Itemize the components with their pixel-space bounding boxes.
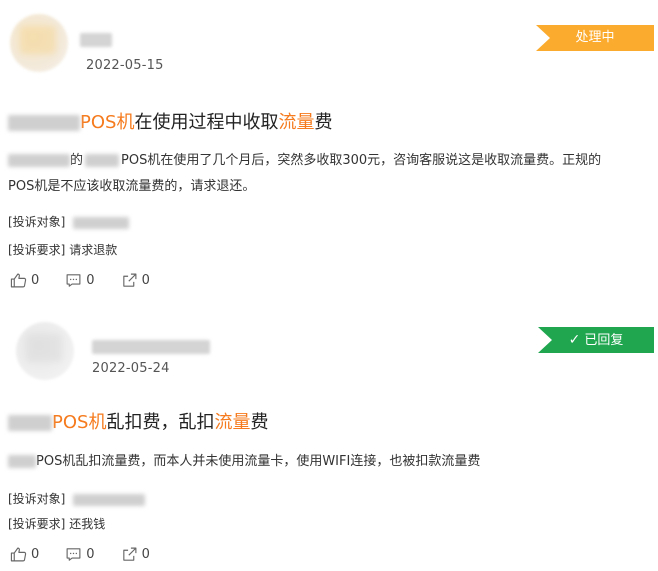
redacted-text (73, 493, 146, 506)
share-count: 0 (141, 547, 150, 562)
like-count: 0 (31, 547, 40, 562)
redacted-text (8, 415, 52, 431)
post-date: 2022-05-15 (86, 58, 164, 73)
body-text: POS机乱扣流量费，而本人并未使用流量卡，使用WIFI连接，也被扣款流量费 (36, 454, 481, 469)
request-value: 请求退款 (69, 243, 118, 257)
like-button[interactable]: 0 (10, 272, 39, 289)
comment-count: 0 (86, 273, 95, 288)
comment-icon (66, 548, 81, 561)
redacted-text (8, 154, 70, 167)
redacted-text (73, 216, 130, 229)
title-keyword: POS机 (52, 412, 107, 433)
avatar[interactable] (10, 14, 68, 72)
like-count: 0 (31, 273, 40, 288)
share-icon (122, 547, 137, 561)
post-date: 2022-05-24 (92, 361, 170, 376)
action-bar: 0 0 0 (10, 546, 176, 563)
comment-button[interactable]: 0 (65, 546, 95, 563)
complaint-target: [投诉对象] (8, 490, 146, 507)
body-text: POS机是不应该收取流量费的，请求退还。 (8, 179, 256, 194)
request-label: [投诉要求] (8, 243, 66, 257)
complaint-title[interactable]: POS机乱扣费，乱扣流量费 (8, 408, 268, 434)
thumbs-up-icon (10, 547, 27, 562)
complaint-request: [投诉要求] 请求退款 (8, 241, 117, 258)
redacted-text (85, 154, 120, 167)
title-text: 乱扣费，乱扣 (106, 412, 215, 433)
complaint-card[interactable]: 2022-05-24 ✓ 已回复 POS机乱扣费，乱扣流量费 POS机乱扣流量费，… (0, 318, 658, 571)
comment-count: 0 (86, 547, 95, 562)
share-icon (122, 273, 137, 287)
title-keyword: POS机 (80, 112, 135, 133)
title-suffix: 费 (314, 112, 333, 133)
request-label: [投诉要求] (8, 517, 66, 531)
complaint-body: POS机乱扣流量费，而本人并未使用流量卡，使用WIFI连接，也被扣款流量费 (8, 449, 653, 475)
share-button[interactable]: 0 (121, 546, 150, 563)
like-button[interactable]: 0 (10, 546, 39, 563)
status-badge: 处理中 (536, 25, 654, 51)
body-text: POS机在使用了几个月后，突然多收取300元，咨询客服说这是收取流量费。正规的 (121, 153, 602, 168)
title-keyword-2: 流量 (214, 412, 251, 433)
comment-button[interactable]: 0 (65, 272, 95, 289)
complaint-title[interactable]: POS机在使用过程中收取流量费 (8, 108, 332, 134)
body-text: 的 (70, 153, 84, 168)
complaint-target: [投诉对象] (8, 213, 130, 230)
status-badge: ✓ 已回复 (538, 327, 654, 353)
redacted-text (8, 115, 80, 131)
comment-icon (66, 274, 81, 287)
complaint-body: 的 POS机在使用了几个月后，突然多收取300元，咨询客服说这是收取流量费。正规的… (8, 148, 653, 200)
action-bar: 0 0 0 (10, 272, 176, 289)
avatar[interactable] (16, 322, 74, 380)
target-label: [投诉对象] (8, 215, 66, 229)
share-count: 0 (141, 273, 150, 288)
complaint-request: [投诉要求] 还我钱 (8, 515, 105, 532)
complaint-card[interactable]: 2022-05-15 处理中 POS机在使用过程中收取流量费 的 POS机在使用了… (0, 0, 658, 300)
target-label: [投诉对象] (8, 492, 66, 506)
title-suffix: 费 (250, 412, 269, 433)
username[interactable] (92, 340, 210, 354)
thumbs-up-icon (10, 273, 27, 288)
check-icon: ✓ (568, 332, 581, 348)
status-label: 处理中 (575, 30, 615, 45)
share-button[interactable]: 0 (121, 272, 150, 289)
request-value: 还我钱 (69, 517, 106, 531)
status-label: 已回复 (584, 333, 624, 348)
username[interactable] (80, 33, 112, 47)
redacted-text (8, 455, 36, 468)
title-text: 在使用过程中收取 (134, 112, 279, 133)
title-keyword-2: 流量 (278, 112, 315, 133)
